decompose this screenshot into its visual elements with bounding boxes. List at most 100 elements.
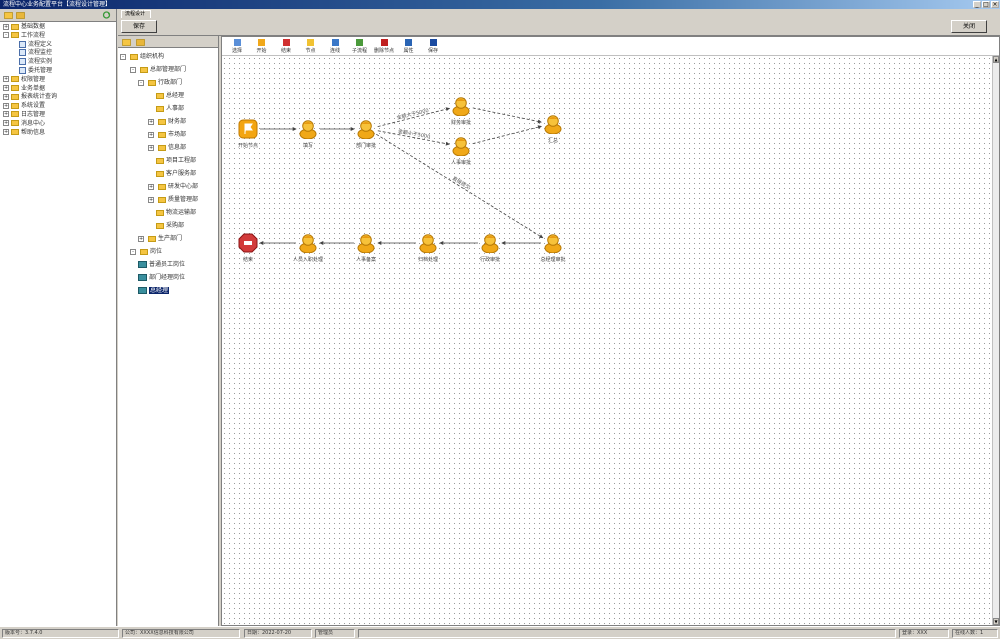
nav-item[interactable]: 委托管理 <box>0 66 116 76</box>
maximize-button[interactable]: □ <box>982 1 990 8</box>
scroll-up-button[interactable]: ▲ <box>993 56 999 63</box>
collapse-icon[interactable]: - <box>120 53 126 60</box>
flow-node-end[interactable]: 结束 <box>233 233 263 263</box>
org-tree-item[interactable]: - 岗位 <box>130 247 162 257</box>
expand-icon[interactable]: + <box>3 111 9 118</box>
folder-icon <box>158 144 166 151</box>
org-tree-item[interactable]: - 总部管理部门 <box>130 65 186 75</box>
nav-item[interactable]: + 日志管理 <box>0 111 116 120</box>
vertical-scrollbar[interactable]: ▲ ▼ <box>992 56 999 625</box>
expand-icon[interactable]: + <box>148 183 154 190</box>
main-toolbar: 保存 关闭 <box>118 18 1000 36</box>
expand-icon[interactable]: + <box>3 102 9 109</box>
flow-node-n1[interactable]: 填写 <box>293 119 323 149</box>
expand-icon[interactable]: + <box>148 131 154 138</box>
save-button[interactable]: 保存 <box>121 20 157 33</box>
collapse-tree-icon[interactable] <box>136 38 145 46</box>
nav-item[interactable]: 流程定义 <box>0 40 116 50</box>
nav-item[interactable]: + 权限管理 <box>0 76 116 85</box>
org-tree-item[interactable]: 总经理 <box>138 286 170 296</box>
flow-node-label: 人事备案 <box>355 257 376 263</box>
designer-tool[interactable]: 子流程 <box>348 38 372 55</box>
expand-icon[interactable]: + <box>3 85 9 92</box>
expand-icon[interactable]: + <box>3 93 9 100</box>
flow-node-n6[interactable]: 总经理审批 <box>538 233 568 263</box>
nav-item[interactable]: + 系统设置 <box>0 102 116 111</box>
collapse-icon[interactable]: - <box>130 66 136 73</box>
collapse-icon[interactable]: - <box>138 79 144 86</box>
designer-tool[interactable]: 删除节点 <box>372 38 396 55</box>
collapse-icon[interactable]: - <box>3 32 9 39</box>
org-tree-item[interactable]: + 生产部门 <box>138 234 182 244</box>
org-tree-item[interactable]: 部门经理岗位 <box>138 273 185 283</box>
designer-tool[interactable]: 节点 <box>299 38 323 55</box>
nav-item[interactable]: 流程监控 <box>0 49 116 58</box>
flow-edge-label: 金额小于5000 <box>397 128 430 141</box>
folder-icon <box>156 170 164 177</box>
nav-item[interactable]: + 业务单据 <box>0 85 116 94</box>
expand-icon[interactable]: + <box>3 23 9 30</box>
flow-node-n2[interactable]: 部门审批 <box>351 119 381 149</box>
org-tree-item[interactable]: 物流运输部 <box>154 208 196 218</box>
flow-node-n9[interactable]: 人事备案 <box>351 233 381 263</box>
nav-item[interactable]: - 工作流程 <box>0 32 116 41</box>
expand-icon[interactable]: + <box>3 120 9 127</box>
flow-node-n8[interactable]: 归档处理 <box>413 233 443 263</box>
refresh-icon[interactable] <box>102 11 111 19</box>
org-tree-item[interactable]: 人事部 <box>154 104 184 114</box>
tab-flow-design[interactable]: 流程设计 <box>121 10 151 18</box>
expand-icon[interactable]: + <box>3 129 9 136</box>
org-tree-item[interactable]: + 研发中心部 <box>148 182 198 192</box>
designer-tool[interactable]: 连线 <box>323 38 347 55</box>
expand-icon[interactable]: + <box>148 118 154 125</box>
org-tree-item[interactable]: 客户服务部 <box>154 169 196 179</box>
org-tree-item[interactable]: 项目工程部 <box>154 156 196 166</box>
designer-tool[interactable]: 属性 <box>397 38 421 55</box>
nav-item[interactable]: + 消息中心 <box>0 120 116 129</box>
nav-item[interactable]: + 帮助信息 <box>0 129 116 138</box>
nav-item[interactable]: + 基础数据 <box>0 23 116 32</box>
flow-node-n4[interactable]: 人事审批 <box>446 136 476 166</box>
status-bar: 版本号：3.7.4.0 公司：XXXX信息科技有限公司 日期：2022-07-2… <box>0 626 1000 639</box>
close-window-button[interactable]: × <box>991 1 999 8</box>
org-tree-item[interactable]: + 财务部 <box>148 117 186 127</box>
expand-icon[interactable]: + <box>3 76 9 83</box>
designer-tool[interactable]: 结束 <box>274 38 298 55</box>
flow-node-n7[interactable]: 行政审批 <box>475 233 505 263</box>
org-tree-item[interactable]: 总经理 <box>154 91 184 101</box>
flow-node-n10[interactable]: 人员入职处理 <box>293 233 323 263</box>
org-tree-item[interactable]: + 信息部 <box>148 143 186 153</box>
scroll-down-button[interactable]: ▼ <box>993 618 999 625</box>
expand-icon[interactable]: + <box>148 196 154 203</box>
org-tree-item[interactable]: 采购部 <box>154 221 184 231</box>
org-tree-item[interactable]: 普通员工岗位 <box>138 260 185 270</box>
close-button[interactable]: 关闭 <box>951 20 987 33</box>
expand-tree-icon[interactable] <box>122 38 131 46</box>
expand-all-icon[interactable] <box>4 11 13 19</box>
designer-tool[interactable]: 保存 <box>421 38 445 55</box>
expand-icon[interactable]: + <box>138 235 144 242</box>
flow-node-start[interactable]: 开始节点 <box>233 119 263 149</box>
flow-edge[interactable] <box>472 125 542 145</box>
org-tree-item-label: 岗位 <box>150 248 163 255</box>
nav-item[interactable]: 流程实例 <box>0 58 116 67</box>
org-tree-item-label: 部门经理岗位 <box>149 274 186 281</box>
collapse-all-icon[interactable] <box>16 11 25 19</box>
flow-node-n5[interactable]: 汇总 <box>538 114 568 144</box>
collapse-icon[interactable]: - <box>130 248 136 255</box>
nav-item[interactable]: + 报表统计查询 <box>0 93 116 102</box>
org-tree-item-label: 信息部 <box>168 144 187 151</box>
designer-tool[interactable]: 开始 <box>250 38 274 55</box>
folder-icon <box>148 235 156 242</box>
expand-icon[interactable]: + <box>148 144 154 151</box>
flow-node-n3[interactable]: 财务审批 <box>446 96 476 126</box>
org-tree-item[interactable]: + 质量管理部 <box>148 195 198 205</box>
minimize-button[interactable]: _ <box>973 1 981 8</box>
designer-tool[interactable]: 选择 <box>225 38 249 55</box>
flow-edge[interactable] <box>472 107 542 124</box>
org-tree-item[interactable]: + 市场部 <box>148 130 186 140</box>
folder-icon <box>156 209 164 216</box>
org-tree-item[interactable]: - 行政部门 <box>138 78 182 88</box>
org-tree-item[interactable]: - 组织机构 <box>120 52 164 62</box>
designer-canvas[interactable]: 金额大于5000 金额小于5000 直接提交 开始节点 填写 部门审批 财务审批 人事审批汇… <box>222 56 993 625</box>
